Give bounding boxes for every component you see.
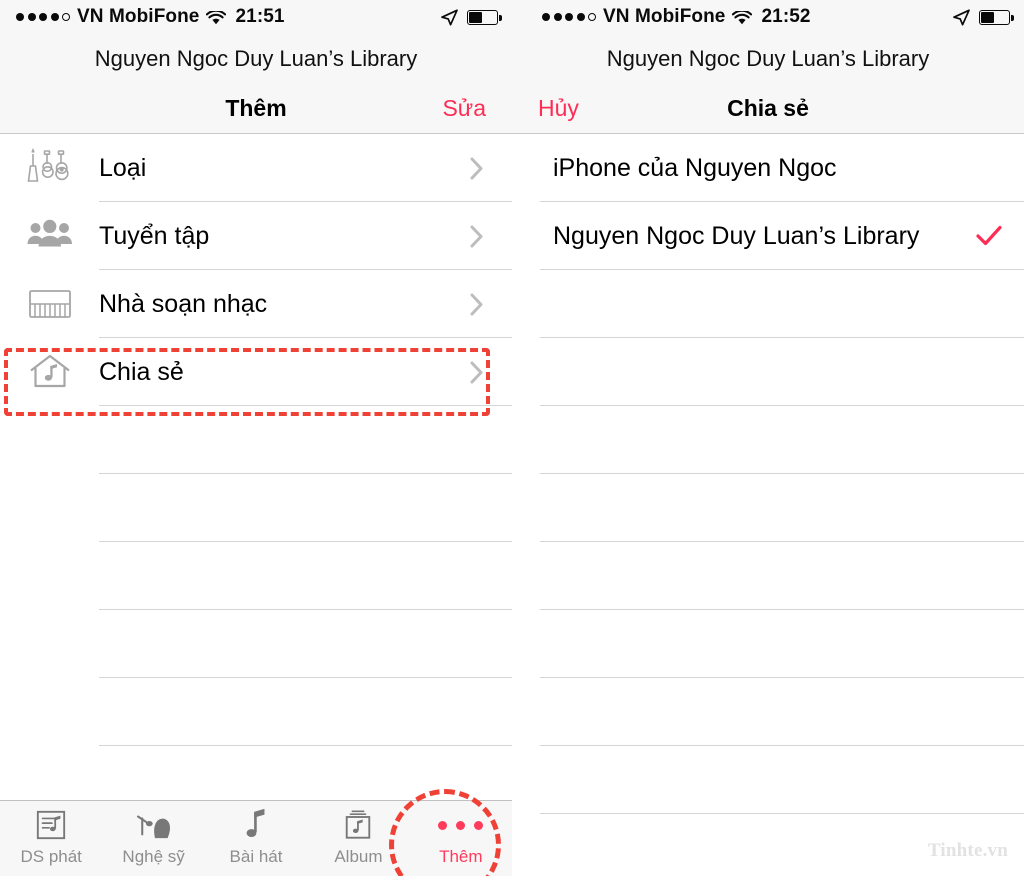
share-library-list: iPhone của Nguyen Ngoc Nguyen Ngoc Duy L… xyxy=(512,134,1024,814)
status-bar-right xyxy=(953,8,1014,26)
empty-row xyxy=(0,406,512,474)
tab-label: Album xyxy=(334,847,383,866)
empty-row xyxy=(0,678,512,746)
signal-dot xyxy=(576,13,585,21)
page-title: Thêm xyxy=(225,94,287,121)
list-item-label: iPhone của Nguyen Ngoc xyxy=(553,153,837,182)
signal-dot xyxy=(39,13,47,21)
more-menu-list: Loại Tuyển tập Nhà soạn nhạc Chia sẻ xyxy=(0,134,512,814)
watermark: Tinhte.vn xyxy=(927,840,1008,861)
empty-row xyxy=(512,746,1024,814)
empty-row xyxy=(512,678,1024,746)
wifi-icon xyxy=(732,9,753,25)
tab-more[interactable]: Thêm xyxy=(410,807,512,867)
list-item-label: Loại xyxy=(99,153,147,182)
library-title: Nguyen Ngoc Duy Luan’s Library xyxy=(0,34,512,83)
empty-row xyxy=(0,542,512,610)
home-share-icon xyxy=(0,353,99,391)
status-bar-left: VN MobiFone 21:52 xyxy=(542,6,811,28)
signal-dot xyxy=(565,13,573,21)
list-item-shared[interactable]: Chia sẻ xyxy=(0,338,512,406)
piano-keyboard-icon xyxy=(0,287,99,321)
empty-row xyxy=(512,474,1024,542)
tab-label: Nghệ sỹ xyxy=(122,847,185,866)
list-item-label: Nhà soạn nhạc xyxy=(99,289,268,318)
status-bar-clock: 21:52 xyxy=(761,6,811,27)
tab-label: Bài hát xyxy=(229,847,283,866)
carrier-name: VN MobiFone xyxy=(77,6,200,27)
chevron-right-icon xyxy=(470,361,484,384)
empty-row xyxy=(512,338,1024,406)
list-item-compilations[interactable]: Tuyển tập xyxy=(0,202,512,270)
row-separator xyxy=(540,813,1024,814)
empty-row xyxy=(512,406,1024,474)
left-phone-screen: VN MobiFone 21:51 Nguyen Ngoc Duy Luan’s… xyxy=(0,0,512,876)
status-bar: VN MobiFone 21:52 xyxy=(512,0,1024,34)
status-bar-right xyxy=(441,8,502,26)
playlist-icon xyxy=(35,807,67,843)
people-group-icon xyxy=(0,218,99,254)
tab-albums[interactable]: Album xyxy=(307,807,409,867)
list-item-composers[interactable]: Nhà soạn nhạc xyxy=(0,270,512,338)
carrier-name: VN MobiFone xyxy=(603,6,726,27)
signal-dot xyxy=(27,13,36,21)
battery-icon xyxy=(467,9,502,25)
signal-dot xyxy=(542,13,550,21)
tab-artists[interactable]: Nghệ sỹ xyxy=(102,807,204,867)
guitars-icon xyxy=(0,148,99,188)
empty-row xyxy=(512,610,1024,678)
list-item-library-selected[interactable]: Nguyen Ngoc Duy Luan’s Library xyxy=(512,202,1024,270)
empty-row xyxy=(512,542,1024,610)
location-arrow-icon xyxy=(441,8,458,26)
signal-dot xyxy=(50,13,59,21)
signal-strength-dots xyxy=(16,13,70,21)
location-arrow-icon xyxy=(953,8,970,26)
tab-label: DS phát xyxy=(20,847,82,866)
status-bar-clock: 21:51 xyxy=(235,6,285,27)
status-bar-left: VN MobiFone 21:51 xyxy=(16,6,285,28)
tab-playlists[interactable]: DS phát xyxy=(0,807,102,867)
tab-bar: DS phát Nghệ sỹ Bài hát Album Thêm xyxy=(0,800,512,876)
status-bar: VN MobiFone 21:51 xyxy=(0,0,512,34)
list-item-label: Nguyen Ngoc Duy Luan’s Library xyxy=(553,221,920,250)
list-item-genres[interactable]: Loại xyxy=(0,134,512,202)
empty-row xyxy=(512,270,1024,338)
library-title: Nguyen Ngoc Duy Luan’s Library xyxy=(512,34,1024,83)
tab-songs[interactable]: Bài hát xyxy=(205,807,307,867)
chevron-right-icon xyxy=(470,157,484,180)
list-item-device[interactable]: iPhone của Nguyen Ngoc xyxy=(512,134,1024,202)
nav-bar: Thêm Sửa xyxy=(0,83,512,134)
chevron-right-icon xyxy=(470,293,484,316)
cancel-button[interactable]: Hủy xyxy=(538,95,579,122)
right-phone-screen: VN MobiFone 21:52 Nguyen Ngoc Duy Luan’s… xyxy=(512,0,1024,876)
artist-mic-icon xyxy=(135,807,173,843)
wifi-icon xyxy=(206,9,227,25)
signal-dot-empty xyxy=(588,13,596,21)
empty-row xyxy=(0,610,512,678)
dual-screenshot-container: VN MobiFone 21:51 Nguyen Ngoc Duy Luan’s… xyxy=(0,0,1024,876)
more-dots-icon xyxy=(438,807,484,843)
signal-dot xyxy=(553,13,562,21)
signal-dot xyxy=(16,13,24,21)
edit-button[interactable]: Sửa xyxy=(442,95,486,122)
tab-label: Thêm xyxy=(439,847,483,866)
signal-strength-dots xyxy=(542,13,596,21)
signal-dot-empty xyxy=(62,13,70,21)
chevron-right-icon xyxy=(470,225,484,248)
page-title: Chia sẻ xyxy=(727,94,809,121)
battery-icon xyxy=(979,9,1014,25)
checkmark-icon xyxy=(976,225,1002,247)
list-item-label: Chia sẻ xyxy=(99,357,184,386)
nav-bar: Hủy Chia sẻ xyxy=(512,83,1024,134)
music-note-icon xyxy=(243,807,269,843)
album-icon xyxy=(342,807,374,843)
empty-row xyxy=(0,474,512,542)
list-item-label: Tuyển tập xyxy=(99,221,210,250)
